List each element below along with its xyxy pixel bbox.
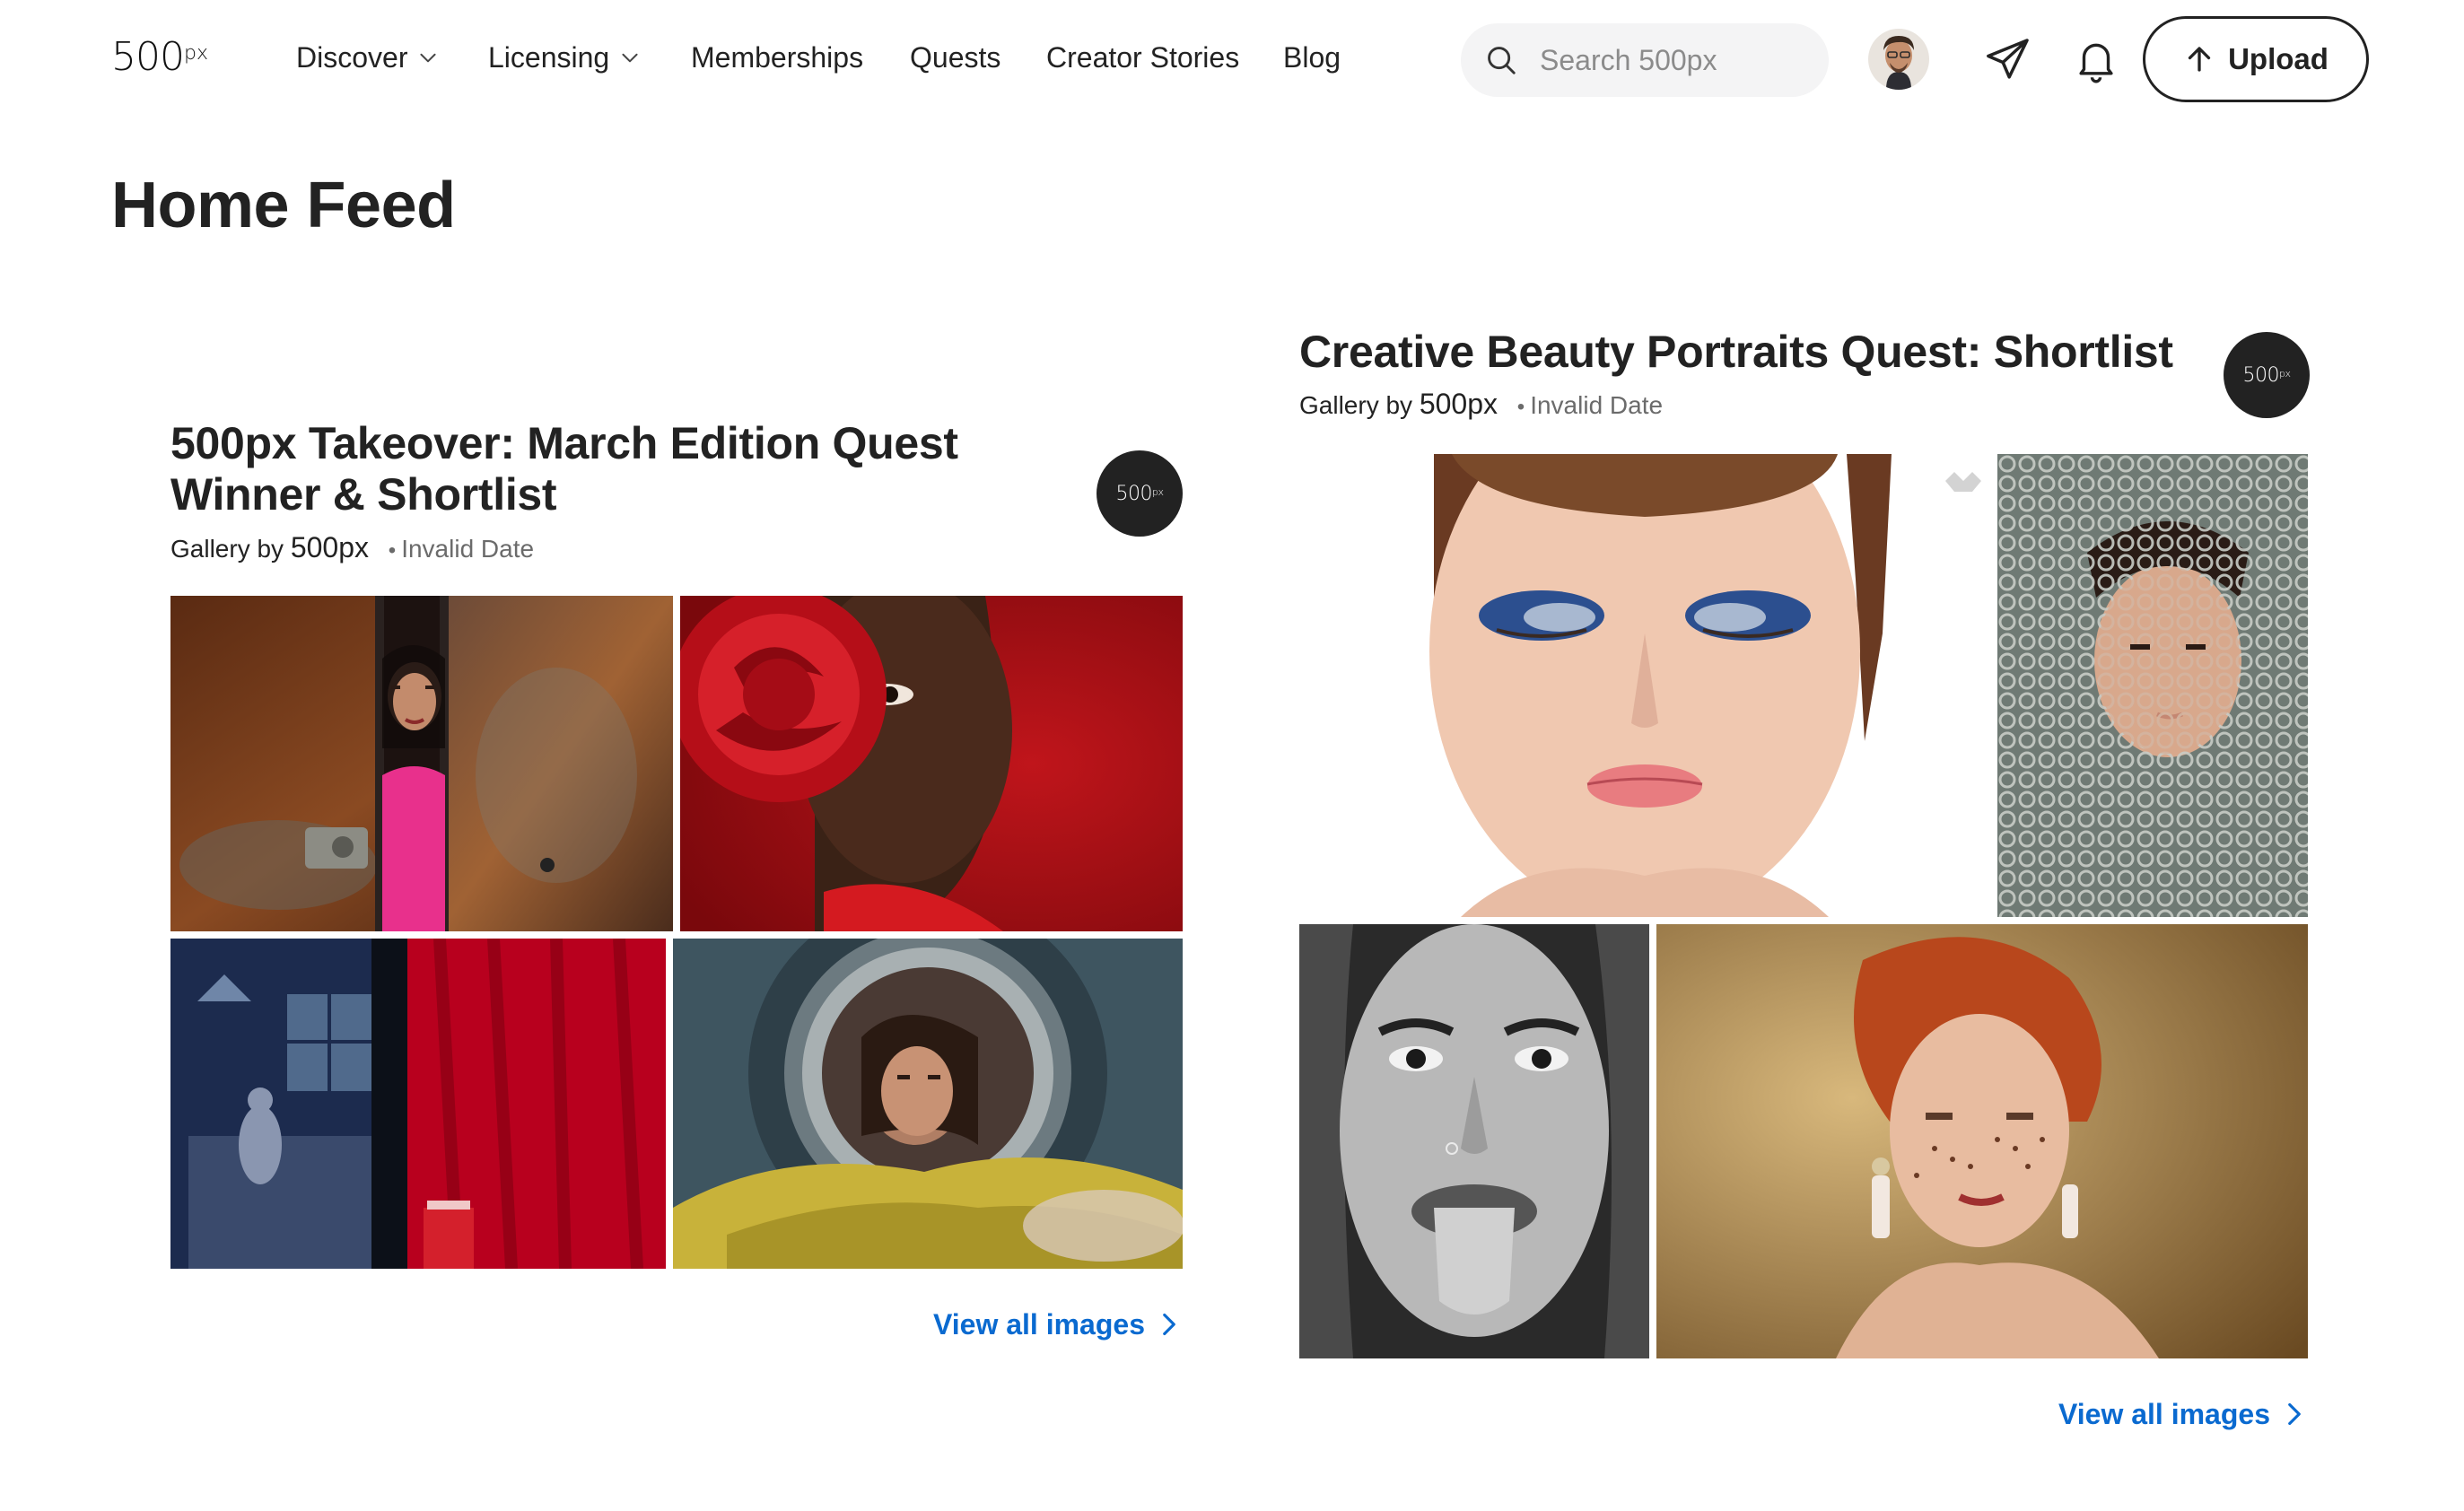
gallery-photo[interactable] xyxy=(1997,454,2308,917)
nav-quests[interactable]: Quests xyxy=(910,39,1000,75)
gallery-photo[interactable] xyxy=(170,939,666,1269)
gallery-photo[interactable] xyxy=(1656,924,2308,1358)
search-input[interactable] xyxy=(1540,43,1809,77)
top-navigation-bar: 500px Discover Licensing Memberships Que… xyxy=(0,0,2464,120)
photo-washing-machine xyxy=(673,939,1183,1269)
messages-button[interactable] xyxy=(1979,31,2037,88)
nav-licensing[interactable]: Licensing xyxy=(488,39,642,75)
photo-redhead-portrait xyxy=(1656,924,2308,1358)
badge-superscript: px xyxy=(1152,485,1164,498)
nav-memberships[interactable]: Memberships xyxy=(691,39,863,75)
nav-memberships-label: Memberships xyxy=(691,41,864,74)
search-bar[interactable] xyxy=(1461,23,1829,97)
gallery-photo[interactable] xyxy=(1299,924,1649,1358)
photo-beauty-makeup xyxy=(1299,454,1990,917)
gallery-author[interactable]: 500px xyxy=(291,531,369,563)
nav-blog-label: Blog xyxy=(1283,41,1341,74)
arrow-up-icon xyxy=(2188,47,2211,72)
bell-icon xyxy=(2079,43,2113,83)
photo-door-portrait xyxy=(170,596,673,931)
separator-dot: • xyxy=(388,538,397,563)
gallery-photo[interactable] xyxy=(170,596,673,931)
upload-button[interactable]: Upload xyxy=(2143,16,2369,102)
500px-logo[interactable]: 500px xyxy=(111,36,208,79)
gallery-meta: Gallery by 500px • Invalid Date xyxy=(1299,388,1663,424)
gallery-meta: Gallery by 500px • Invalid Date xyxy=(170,531,534,567)
chevron-down-icon xyxy=(622,53,638,63)
nav-quests-label: Quests xyxy=(910,41,1001,74)
view-all-images-link[interactable]: View all images xyxy=(2058,1396,2304,1432)
chevron-down-icon xyxy=(420,53,437,63)
gallery-title[interactable]: 500px Takeover: March Edition Quest Winn… xyxy=(170,418,1113,520)
author-avatar-badge[interactable]: 500 px xyxy=(1097,450,1183,537)
photo-net-portrait xyxy=(1997,454,2308,917)
gallery-title[interactable]: Creative Beauty Portraits Quest: Shortli… xyxy=(1299,327,2197,378)
gallery-date: Invalid Date xyxy=(1530,391,1664,419)
gallery-author[interactable]: 500px xyxy=(1420,388,1498,420)
paper-plane-icon xyxy=(1987,39,2029,79)
page-title: Home Feed xyxy=(111,170,456,241)
photo-rose-portrait xyxy=(680,596,1183,931)
nav-creator-stories[interactable]: Creator Stories xyxy=(1046,39,1239,75)
logo-text: 500 xyxy=(111,34,185,80)
gallery-date: Invalid Date xyxy=(401,535,535,563)
badge-superscript: px xyxy=(2279,367,2291,380)
nav-discover-label: Discover xyxy=(296,41,408,74)
separator-dot: • xyxy=(1516,395,1525,419)
gallery-photo[interactable] xyxy=(673,939,1183,1269)
nav-blog[interactable]: Blog xyxy=(1283,39,1341,75)
notifications-button[interactable] xyxy=(2067,31,2125,88)
badge-text: 500 xyxy=(1115,482,1153,505)
search-icon xyxy=(1488,47,1516,74)
chevron-right-icon xyxy=(2288,1402,2301,1426)
avatar[interactable] xyxy=(1868,29,1929,90)
author-avatar-badge[interactable]: 500 px xyxy=(2224,332,2310,418)
chevron-right-icon xyxy=(1163,1313,1175,1336)
gallery-photo[interactable] xyxy=(1299,454,1990,917)
gallery-by-prefix: Gallery by xyxy=(170,535,284,563)
upload-label: Upload xyxy=(2228,42,2329,75)
badge-text: 500 xyxy=(2242,363,2280,387)
nav-discover[interactable]: Discover xyxy=(296,39,440,75)
view-all-label: View all images xyxy=(933,1308,1145,1341)
nav-licensing-label: Licensing xyxy=(488,41,610,74)
photo-bedroom-scene xyxy=(170,939,666,1269)
nav-creator-stories-label: Creator Stories xyxy=(1046,41,1240,74)
logo-superscript: px xyxy=(183,42,208,65)
photo-bw-portrait xyxy=(1299,924,1649,1358)
view-all-images-link[interactable]: View all images xyxy=(933,1306,1179,1342)
gallery-by-prefix: Gallery by xyxy=(1299,391,1413,419)
view-all-label: View all images xyxy=(2058,1398,2270,1430)
avatar-image xyxy=(1868,29,1929,90)
gallery-photo[interactable] xyxy=(680,596,1183,931)
